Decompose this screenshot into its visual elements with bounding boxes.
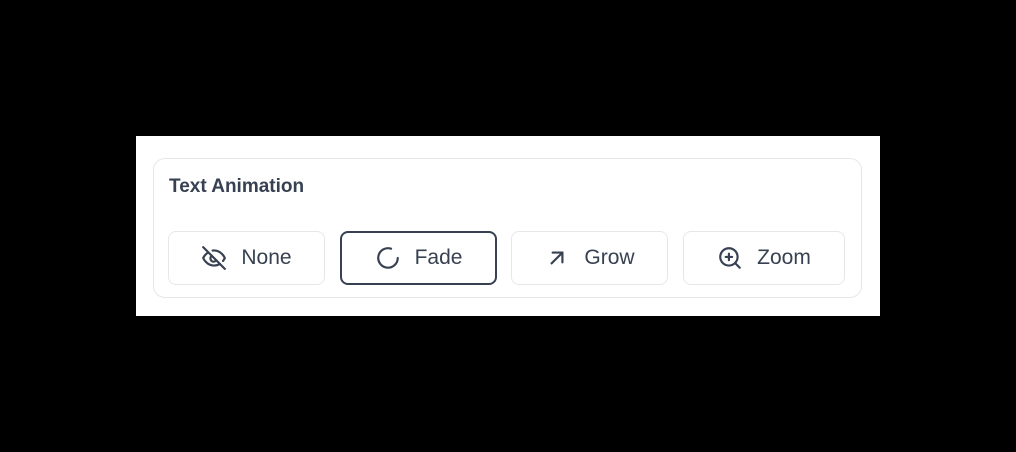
option-label: Zoom <box>757 246 811 269</box>
option-zoom[interactable]: Zoom <box>683 231 845 285</box>
arrow-up-right-icon <box>544 245 570 271</box>
text-animation-panel: Text Animation None Fade Grow Zoom <box>153 158 862 298</box>
option-label: Grow <box>584 246 635 269</box>
option-none[interactable]: None <box>168 231 325 285</box>
option-label: None <box>241 246 292 269</box>
option-grow[interactable]: Grow <box>511 231 668 285</box>
eye-off-icon <box>201 245 227 271</box>
panel-title: Text Animation <box>169 176 305 197</box>
option-label: Fade <box>414 246 463 269</box>
loader-circle-icon <box>375 245 401 271</box>
zoom-in-icon <box>717 245 743 271</box>
option-fade[interactable]: Fade <box>340 231 497 285</box>
canvas-area: Text Animation None Fade Grow Zoom <box>136 136 880 316</box>
